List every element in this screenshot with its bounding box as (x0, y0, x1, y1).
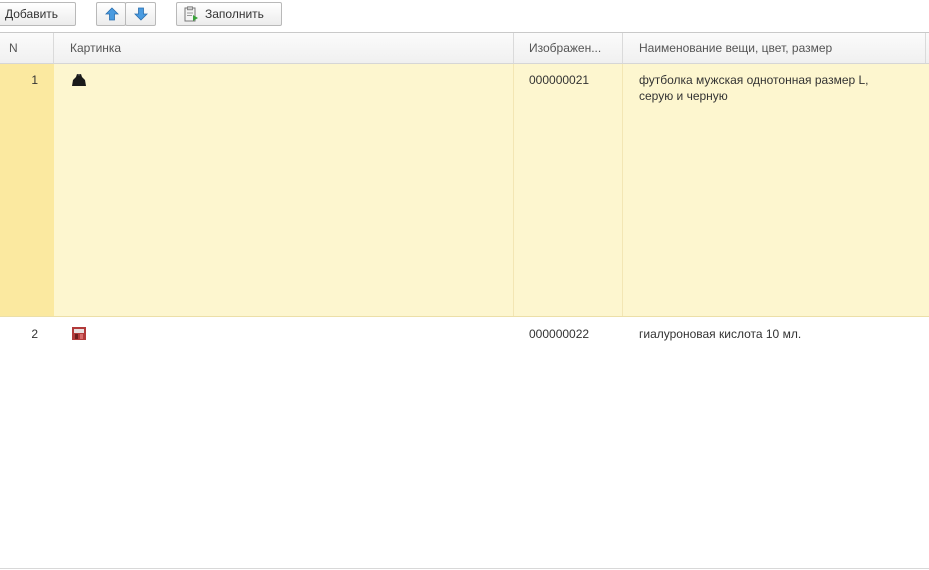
thumbnail-red-box (72, 327, 86, 340)
arrow-up-icon (105, 7, 119, 21)
arrow-down-icon (134, 7, 148, 21)
item-name-cell[interactable]: гиалуроновая кислота 10 мл. (623, 318, 926, 568)
table-row[interactable]: 2 000000022 гиалуроновая кислота 10 мл. (0, 318, 929, 568)
fill-button-label: Заполнить (205, 7, 264, 21)
column-header-item-name[interactable]: Наименование вещи, цвет, размер (623, 33, 926, 63)
items-table: N Картинка Изображен... Наименование вещ… (0, 32, 929, 569)
column-header-picture[interactable]: Картинка (54, 33, 514, 63)
move-down-button[interactable] (125, 2, 156, 26)
table-header: N Картинка Изображен... Наименование вещ… (0, 33, 929, 64)
picture-cell[interactable] (54, 318, 514, 568)
image-code-cell[interactable]: 000000021 (514, 64, 623, 316)
thumbnail-black-tshirt (72, 74, 86, 86)
picture-cell[interactable] (54, 64, 514, 316)
column-header-n[interactable]: N (0, 33, 54, 63)
row-number: 2 (31, 327, 38, 341)
toolbar: Добавить Заполнить (0, 0, 929, 32)
move-up-button[interactable] (96, 2, 126, 26)
fill-clipboard-icon (184, 6, 198, 22)
add-button[interactable]: Добавить (0, 2, 76, 26)
image-code-cell[interactable]: 000000022 (514, 318, 623, 568)
column-header-image[interactable]: Изображен... (514, 33, 623, 63)
item-name-cell[interactable]: футболка мужская однотонная размер L, се… (623, 64, 926, 316)
fill-button[interactable]: Заполнить (176, 2, 282, 26)
table-row[interactable]: 1 000000021 футболка мужская однотонная … (0, 64, 929, 317)
row-number: 1 (0, 64, 54, 316)
